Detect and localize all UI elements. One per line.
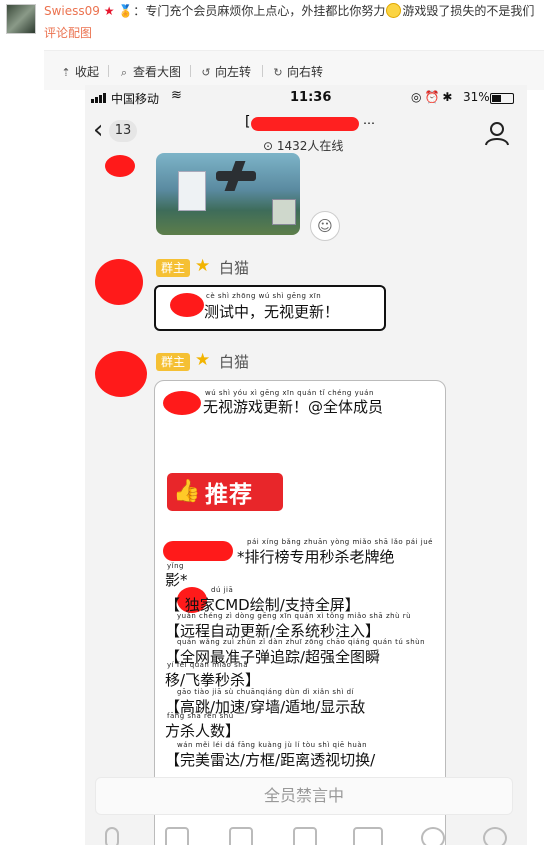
message-bubble[interactable]: wú shì yóu xì gēng xīn quán tǐ chéng yuá… [154, 380, 446, 845]
emoji-icon[interactable] [421, 827, 445, 845]
redacted-avatar [105, 155, 135, 177]
message-bubble[interactable]: cè shì zhōng wú shì gēng xīn 测试中，无视更新！ [154, 285, 386, 331]
redacted-text [163, 391, 201, 415]
back-arrow-icon[interactable]: ‹ [93, 117, 103, 143]
bubble-line: 【完美雷达/方框/距离透视切换/ [165, 751, 376, 769]
wifi-icon: ≋ [171, 88, 182, 103]
image-action-bar: ⇡ 收起 ⌕ 查看大图 ↺ 向左转 ↻ 向右转 [44, 50, 544, 90]
image-plane [216, 171, 256, 181]
rotate-right-label: 向右转 [287, 65, 324, 79]
image-icon[interactable] [165, 827, 189, 845]
online-status-icon: ⊙ [263, 139, 274, 153]
collapse-button[interactable]: ⇡ 收起 [60, 63, 99, 80]
pinyin-annotation: quán wǎng zuì zhǔn zǐ dàn zhuī zōng chāo… [177, 638, 426, 646]
redacted-text [170, 293, 204, 317]
pinyin-annotation: wán měi léi dá fāng kuàng jù lí tòu shì … [177, 741, 368, 749]
divider [190, 65, 191, 77]
pinyin-annotation: yuǎn chéng zì dòng gēng xīn quán xì tǒng… [177, 612, 412, 620]
status-time: 11:36 [290, 90, 332, 105]
bubble-line: 影* [165, 571, 188, 589]
title-bracket: [ [245, 114, 251, 130]
bubble-line: 无视游戏更新！@全体成员 [203, 398, 384, 416]
rotate-left-label: 向左转 [215, 65, 252, 79]
comment-text-a: 专门充个会员麻烦你上点心，外挂都比你努力 [145, 4, 386, 18]
redacted-avatar [95, 259, 143, 305]
smile-emoji-icon [386, 3, 402, 18]
thumbs-up-icon: 👍 [173, 479, 201, 504]
comment-username[interactable]: Swiess09 [44, 4, 100, 18]
pinyin-annotation: fāng shā rén shù [167, 712, 234, 720]
battery-icon [490, 93, 514, 104]
pinyin-annotation: pái xíng bǎng zhuān yòng miǎo shā lǎo pá… [247, 538, 433, 546]
comment-media-link[interactable]: 评论配图 [44, 24, 92, 41]
redacted-title [251, 117, 359, 131]
gif-icon[interactable] [353, 827, 383, 845]
image-menu-panel [178, 171, 206, 211]
phone-screenshot: 中国移动 ≋ 11:36 ◎⏰✱ 31% ‹ 13 [ … ⊙ 1432人在线 [85, 85, 527, 845]
muted-input-bar: 全员禁言中 [95, 777, 513, 815]
view-large-label: 查看大图 [133, 65, 182, 79]
carrier-label: 中国移动 [111, 92, 160, 106]
sender-name: 白猫 [219, 259, 250, 277]
divider [262, 65, 263, 77]
vip-star-icon: ★ [103, 4, 115, 18]
camera-icon[interactable] [229, 827, 253, 845]
unread-count-badge[interactable]: 13 [109, 120, 137, 142]
collapse-label: 收起 [75, 65, 100, 79]
search-icon: ⌕ [120, 66, 128, 79]
group-members-icon[interactable] [483, 119, 511, 147]
recommend-image: 👍 推荐 [167, 473, 283, 511]
rotate-right-icon: ↻ [273, 66, 283, 79]
rotate-right-button[interactable]: ↻ 向右转 [272, 63, 323, 80]
online-count-text: 1432人在线 [276, 139, 344, 153]
view-large-button[interactable]: ⌕ 查看大图 [118, 63, 181, 80]
signal-icon [91, 92, 107, 106]
sender-name: 白猫 [219, 353, 250, 371]
image-minimap [272, 199, 296, 225]
status-icons: ◎⏰✱ [411, 90, 456, 104]
emoji-reaction-icon[interactable]: ☺ [310, 211, 340, 241]
status-bar: 中国移动 ≋ 11:36 ◎⏰✱ 31% [85, 85, 527, 111]
pinyin-annotation: yí fēi quán miǎo shā [167, 661, 249, 669]
bubble-line: 方杀人数】 [165, 722, 241, 740]
comment-text-b: 游戏毁了损失的不是我们 [402, 4, 535, 18]
redacted-text [163, 541, 233, 561]
voice-icon[interactable] [105, 827, 119, 845]
comment-line: Swiess09 ★ 🏅：专门充个会员麻烦你上点心，外挂都比你努力 游戏毁了损失的… [44, 2, 544, 20]
group-title: [ … [245, 113, 385, 135]
rotate-left-icon: ↺ [201, 66, 211, 79]
pinyin-annotation: dú jiā [211, 586, 234, 594]
pinyin-annotation: cè shì zhōng wú shì gēng xīn [206, 292, 322, 300]
battery-percent: 31% [463, 90, 490, 104]
user-avatar[interactable] [6, 4, 36, 34]
red-packet-icon[interactable] [293, 827, 317, 845]
owner-badge: 群主 [156, 353, 190, 371]
redacted-avatar [95, 351, 147, 397]
bubble-line: *排行榜专用秒杀老牌绝 [237, 548, 395, 566]
divider [108, 65, 109, 77]
chat-nav-bar: ‹ 13 [ … ⊙ 1432人在线 [85, 111, 527, 157]
title-ellipsis: … [363, 113, 375, 127]
collapse-icon: ⇡ [61, 66, 71, 79]
pinyin-annotation: gāo tiào jiā sù chuānqiáng dùn dì xiǎn s… [177, 688, 355, 696]
star-icon: ★ [195, 256, 211, 276]
message-text: 测试中，无视更新！ [204, 303, 340, 321]
rotate-left-button[interactable]: ↺ 向左转 [200, 63, 251, 80]
comment-separator: ： [133, 4, 146, 18]
recommend-label: 推荐 [205, 482, 253, 508]
star-icon: ★ [195, 350, 211, 370]
weibo-comment-page: Swiess09 ★ 🏅：专门充个会员麻烦你上点心，外挂都比你努力 游戏毁了损失的… [0, 0, 544, 845]
online-count: ⊙ 1432人在线 [263, 137, 343, 154]
fan-badge-icon: 🏅 [118, 4, 134, 18]
game-screenshot-image[interactable] [156, 153, 300, 235]
plus-icon[interactable] [483, 827, 507, 845]
bubble-line: 移/飞拳秒杀】 [165, 671, 261, 689]
owner-badge: 群主 [156, 259, 190, 277]
